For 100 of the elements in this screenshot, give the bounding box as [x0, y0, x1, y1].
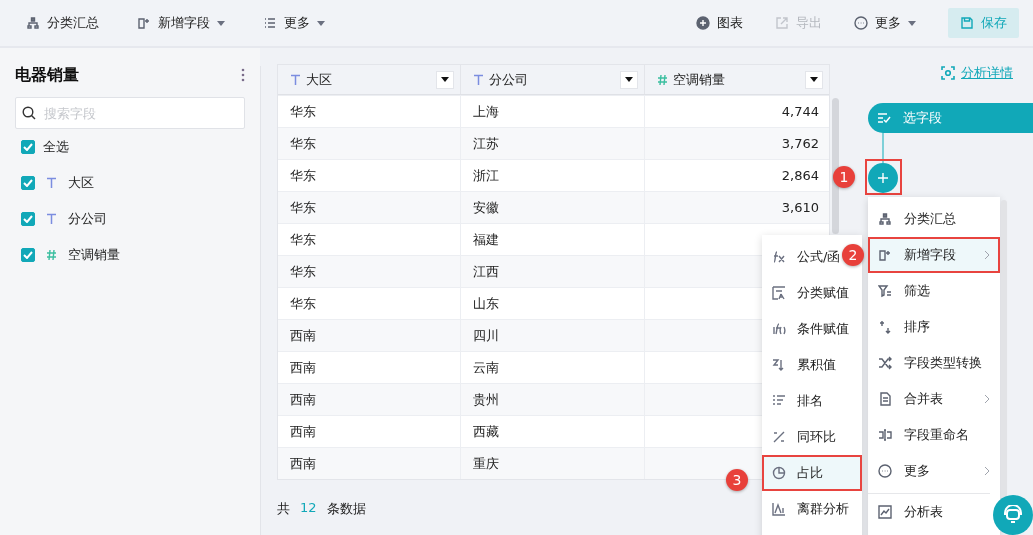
menu-item[interactable]: 筛选	[868, 273, 1000, 309]
table-cell: 华东	[290, 230, 316, 249]
table-cell: 3,610	[781, 200, 819, 215]
toolbar-button[interactable]: 更多	[854, 14, 916, 32]
column-title: 分公司	[489, 70, 529, 89]
scan-icon	[941, 66, 955, 80]
headset-icon	[1003, 505, 1023, 525]
select-fields-icon	[877, 112, 891, 124]
more-circle-icon	[878, 464, 892, 478]
row-count: 12	[300, 500, 317, 517]
tree-icon	[26, 16, 40, 30]
menu-item[interactable]: 累积值	[762, 347, 862, 383]
menu-item[interactable]: 分析表	[868, 493, 990, 529]
table-cell: 华东	[290, 166, 316, 185]
table-cell: 西南	[290, 422, 316, 441]
highlight-frame	[865, 159, 902, 195]
column-title: 大区	[306, 70, 333, 89]
table-cell: 福建	[473, 230, 499, 249]
checkbox[interactable]	[21, 140, 35, 154]
add-field-icon	[137, 16, 151, 30]
table-cell: 浙江	[473, 166, 499, 185]
checkbox[interactable]	[21, 248, 35, 262]
menu-item[interactable]: 离群分析	[762, 491, 862, 527]
field-label: 大区	[68, 174, 94, 192]
connector-line	[882, 133, 884, 163]
search-icon	[22, 106, 36, 120]
table-cell: 贵州	[473, 390, 499, 409]
menu-item[interactable]: 占比	[762, 455, 862, 491]
more-circle-icon	[854, 16, 868, 30]
table-cell: 山东	[473, 294, 499, 313]
checkbox[interactable]	[21, 212, 35, 226]
field-label: 全选	[43, 138, 69, 156]
menu-item[interactable]: 字段类型转换	[868, 345, 1000, 381]
search-field[interactable]: 搜索字段	[15, 97, 245, 129]
chevron-right-icon	[984, 466, 990, 476]
plus-circle-icon	[696, 16, 710, 30]
field-label: 分公司	[68, 210, 107, 228]
menu-item[interactable]: 排序	[868, 309, 1000, 345]
table-cell: 华东	[290, 262, 316, 281]
formula-icon	[772, 250, 786, 264]
table-cell: 江苏	[473, 134, 499, 153]
table-cell: 华东	[290, 134, 316, 153]
caret-icon	[441, 77, 449, 82]
table-cell: 4,744	[781, 104, 819, 119]
filter-icon	[878, 284, 892, 298]
table-cell: 2,864	[781, 168, 819, 183]
caret-icon	[810, 77, 818, 82]
merge-icon	[878, 392, 892, 406]
table-cell: 四川	[473, 326, 499, 345]
save-icon	[960, 16, 974, 30]
rename-icon	[878, 428, 892, 442]
menu-item[interactable]: 字段重命名	[868, 417, 1000, 453]
row-count-label: 条数据	[326, 500, 366, 518]
export-icon	[775, 16, 789, 30]
menu-item[interactable]: 合并表	[868, 381, 1000, 417]
table-cell: 西南	[290, 390, 316, 409]
caret-icon	[625, 77, 633, 82]
pie-icon	[772, 466, 786, 480]
checkbox[interactable]	[21, 176, 35, 190]
table-cell: 西南	[290, 454, 316, 473]
menu-item[interactable]: 公式/函	[762, 239, 838, 275]
add-step-button[interactable]	[868, 163, 898, 193]
condition-icon	[772, 322, 786, 336]
table-cell: 安徽	[473, 198, 499, 217]
menu-item[interactable]: 排名	[762, 383, 862, 419]
menu-item[interactable]: 更多	[868, 453, 1000, 489]
scrollbar[interactable]	[832, 98, 839, 234]
menu-item[interactable]: 分类赋值	[762, 275, 862, 311]
menu-item[interactable]: 同环比	[762, 419, 862, 455]
menu-item[interactable]: 分类汇总	[868, 201, 1000, 237]
chevron-right-icon	[984, 394, 990, 404]
caret-icon	[217, 20, 225, 26]
percent-icon	[772, 430, 786, 444]
more-vertical-icon[interactable]	[241, 68, 245, 82]
tree-icon	[878, 212, 892, 226]
table-cell: 西藏	[473, 422, 499, 441]
table-cell: 云南	[473, 358, 499, 377]
toolbar-button[interactable]: 分类汇总	[26, 14, 99, 32]
table-cell: 华东	[290, 102, 316, 121]
table-cell: 江西	[473, 262, 499, 281]
help-chat-button[interactable]	[993, 495, 1033, 535]
list-icon	[263, 16, 277, 30]
group-icon	[772, 286, 786, 300]
dropdown-button[interactable]	[620, 70, 638, 89]
chevron-right-icon	[984, 250, 990, 260]
dropdown-button[interactable]	[436, 70, 454, 89]
table-cell: 西南	[290, 358, 316, 377]
step-badge: 1	[833, 166, 855, 188]
menu-item[interactable]: 新增字段	[868, 237, 1000, 273]
menu-item[interactable]: 条件赋值	[762, 311, 862, 347]
outlier-icon	[772, 502, 786, 516]
dataset-title: 电器销量	[15, 64, 79, 86]
plus-icon	[878, 173, 888, 183]
cumulative-icon	[772, 358, 786, 372]
toolbar-button[interactable]: 新增字段	[137, 14, 225, 32]
sort-icon	[878, 320, 892, 334]
toolbar-button[interactable]: 图表	[696, 14, 743, 32]
toolbar-button[interactable]: 更多	[263, 14, 325, 32]
rank-icon	[772, 394, 786, 408]
dropdown-button[interactable]	[805, 70, 823, 89]
